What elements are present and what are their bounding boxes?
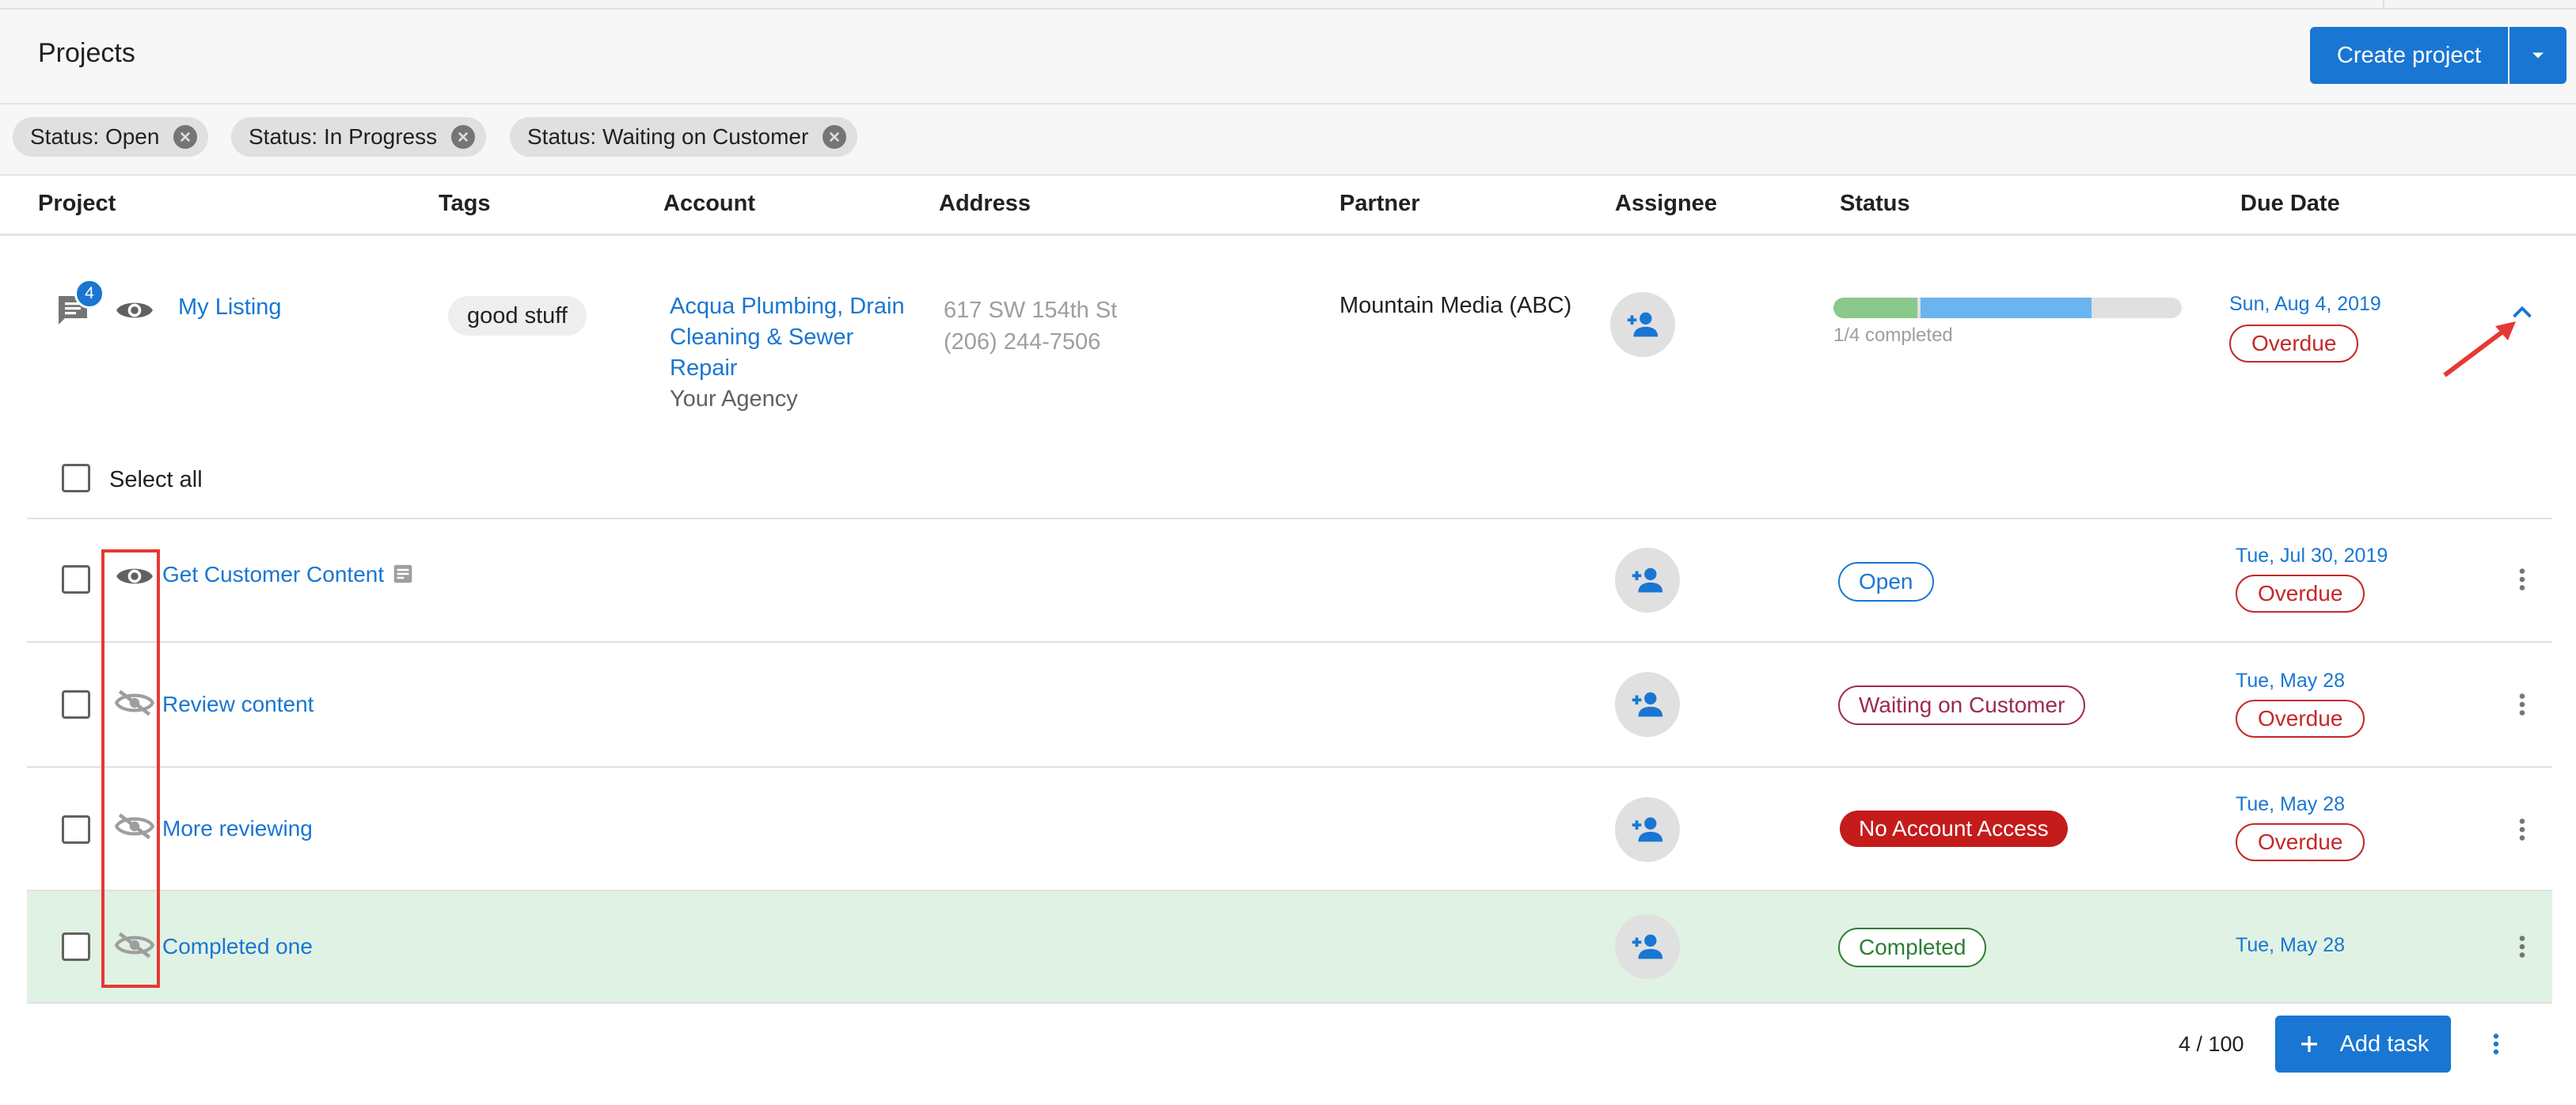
page-header xyxy=(0,9,2576,104)
filter-chip-label: Status: Waiting on Customer xyxy=(527,124,809,149)
assign-user-button[interactable] xyxy=(1615,914,1680,979)
assign-user-button[interactable] xyxy=(1610,292,1675,357)
account-line: Repair xyxy=(670,355,738,381)
remove-filter-icon[interactable] xyxy=(451,125,476,149)
filter-chip-in-progress: Status: In Progress xyxy=(231,117,487,157)
row-divider xyxy=(27,518,2552,519)
select-all-checkbox[interactable] xyxy=(62,464,90,492)
person-add-icon xyxy=(1632,568,1663,593)
due-date: Sun, Aug 4, 2019 xyxy=(2229,293,2381,315)
column-address[interactable]: Address xyxy=(939,191,1031,217)
partner-name: Mountain Media (ABC) xyxy=(1339,293,1572,318)
person-add-icon xyxy=(1632,934,1663,959)
task-checkbox[interactable] xyxy=(62,932,90,961)
more-vert-icon[interactable] xyxy=(2508,689,2536,720)
task-name-link[interactable]: Get Customer Content xyxy=(162,562,384,587)
due-date: Tue, May 28 xyxy=(2236,934,2346,956)
column-assignee[interactable]: Assignee xyxy=(1615,191,1717,217)
select-all-label: Select all xyxy=(109,467,203,492)
overdue-badge: Overdue xyxy=(2229,325,2359,363)
column-due-date[interactable]: Due Date xyxy=(2240,191,2340,217)
account-link[interactable]: Acqua Plumbing, Drain Cleaning & Sewer R… xyxy=(670,291,923,384)
page-title: Projects xyxy=(38,38,135,68)
filter-chip-open: Status: Open xyxy=(13,117,209,157)
filter-chip-label: Status: Open xyxy=(30,124,160,149)
status-badge[interactable]: Waiting on Customer xyxy=(1838,685,2086,725)
progress-active-segment xyxy=(1921,298,2092,318)
completed-row-highlight xyxy=(27,891,2552,1002)
tag-chip[interactable]: good stuff xyxy=(448,296,587,336)
phone-number: (206) 244-7506 xyxy=(944,329,1101,355)
add-task-label: Add task xyxy=(2339,1031,2430,1057)
due-date: Tue, May 28 xyxy=(2236,793,2346,815)
column-status[interactable]: Status xyxy=(1840,191,1910,217)
due-date: Tue, Jul 30, 2019 xyxy=(2236,545,2388,567)
address: 617 SW 154th St (206) 244-7506 xyxy=(944,294,1117,358)
task-name-link[interactable]: More reviewing xyxy=(162,816,313,841)
column-tags[interactable]: Tags xyxy=(439,191,491,217)
remove-filter-icon[interactable] xyxy=(823,125,847,149)
comment-count-badge: 4 xyxy=(74,279,104,309)
task-checkbox[interactable] xyxy=(62,815,90,844)
person-add-icon xyxy=(1632,692,1663,717)
column-partner[interactable]: Partner xyxy=(1339,191,1420,217)
account-line: Cleaning & Sewer xyxy=(670,325,854,350)
progress-bar xyxy=(1833,298,2182,318)
plus-icon xyxy=(2301,1036,2317,1052)
column-header-row xyxy=(0,176,2576,236)
row-divider xyxy=(27,641,2552,643)
more-vert-icon[interactable] xyxy=(2508,814,2536,845)
agency-name: Your Agency xyxy=(670,386,798,412)
column-project[interactable]: Project xyxy=(38,191,116,217)
row-divider xyxy=(27,1002,2552,1004)
status-badge[interactable]: Open xyxy=(1838,562,1934,602)
filter-chip-label: Status: In Progress xyxy=(249,124,438,149)
more-vert-icon[interactable] xyxy=(2508,931,2536,963)
column-account[interactable]: Account xyxy=(663,191,755,217)
remove-filter-icon[interactable] xyxy=(173,125,198,149)
add-task-button[interactable]: Add task xyxy=(2275,1016,2451,1073)
filter-chip-waiting: Status: Waiting on Customer xyxy=(510,117,858,157)
note-icon[interactable] xyxy=(391,562,415,586)
create-project-button[interactable]: Create project xyxy=(2310,27,2508,84)
more-vert-icon[interactable] xyxy=(2508,564,2536,595)
progress-completed-segment xyxy=(1833,298,1917,318)
annotation-highlight-box xyxy=(101,549,160,988)
assign-user-button[interactable] xyxy=(1615,672,1680,737)
person-add-icon xyxy=(1632,817,1663,842)
create-project-dropdown-button[interactable] xyxy=(2510,27,2567,84)
more-vert-icon[interactable] xyxy=(2483,1029,2510,1059)
task-count: 4 / 100 xyxy=(2179,1032,2244,1056)
caret-down-icon xyxy=(2532,52,2544,59)
task-checkbox[interactable] xyxy=(62,565,90,594)
top-strip xyxy=(0,0,2576,9)
progress-text: 1/4 completed xyxy=(1833,325,1953,346)
account-line: Acqua Plumbing, Drain xyxy=(670,294,905,319)
overdue-badge: Overdue xyxy=(2236,575,2365,613)
overdue-badge: Overdue xyxy=(2236,700,2365,738)
row-divider xyxy=(27,766,2552,768)
status-badge[interactable]: No Account Access xyxy=(1840,811,2068,847)
task-name-link[interactable]: Completed one xyxy=(162,934,313,959)
overdue-badge: Overdue xyxy=(2236,823,2365,861)
status-badge[interactable]: Completed xyxy=(1838,928,1987,967)
person-add-icon xyxy=(1627,312,1658,337)
assign-user-button[interactable] xyxy=(1615,548,1680,613)
address-line: 617 SW 154th St xyxy=(944,298,1118,323)
task-name-link[interactable]: Review content xyxy=(162,692,313,717)
project-name-link[interactable]: My Listing xyxy=(178,294,282,321)
assign-user-button[interactable] xyxy=(1615,797,1680,862)
task-checkbox[interactable] xyxy=(62,690,90,719)
annotation-arrow-icon xyxy=(2443,321,2516,378)
due-date: Tue, May 28 xyxy=(2236,670,2346,692)
eye-icon[interactable] xyxy=(115,294,154,326)
